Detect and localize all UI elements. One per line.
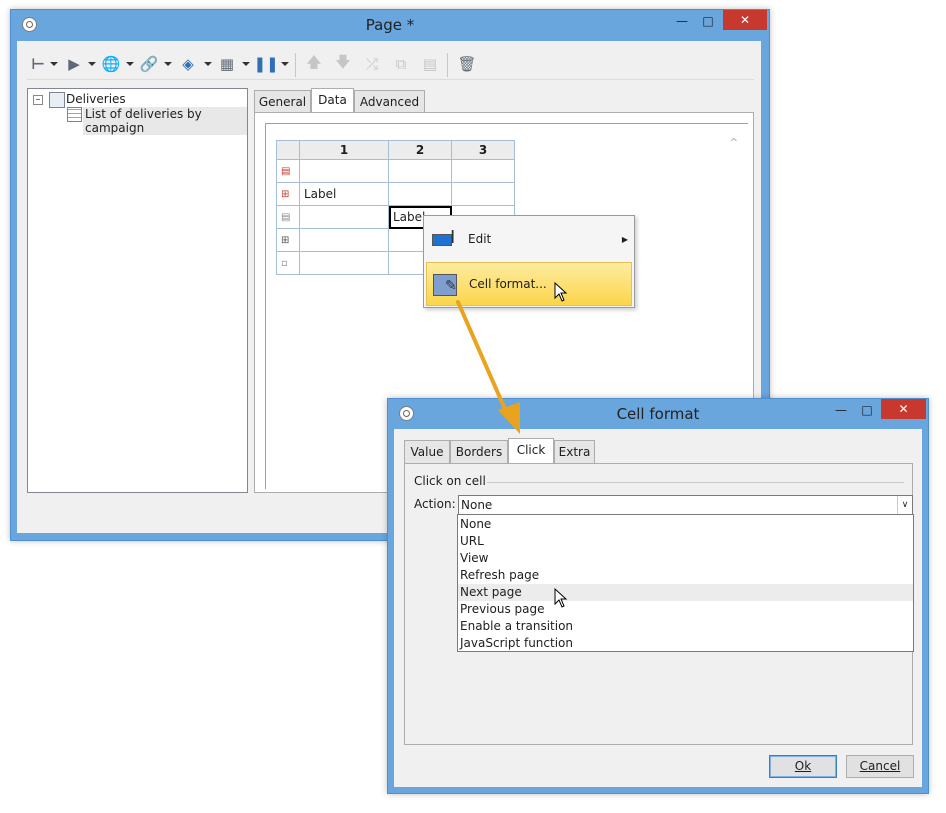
globe-dropdown-arrow[interactable] (126, 62, 134, 66)
tab-general[interactable]: General (254, 90, 311, 113)
tab-data[interactable]: Data (311, 88, 354, 113)
deliveries-folder-icon (49, 92, 65, 108)
menu-item-edit-label: Edit (468, 232, 492, 246)
page-window-title: Page * (365, 16, 415, 34)
toolbar: ⊢ ▶ 🌐 🔗 ◈ ▦ ❚❚ 🡅 🡇 ⤮ ⧉ ▤ 🗑 (27, 51, 754, 80)
grid-column-header[interactable]: 2 (388, 140, 452, 160)
minimize-button[interactable]: — (828, 400, 854, 420)
row-type-icon[interactable]: ▤ (276, 159, 300, 183)
grid-row: ▤ (276, 159, 515, 183)
columns-dropdown-arrow[interactable] (281, 62, 289, 66)
click-on-cell-group-label: Click on cell (414, 474, 486, 488)
cancel-button[interactable]: Cancel (846, 755, 914, 778)
grid-cell[interactable] (388, 182, 452, 206)
grid-cell[interactable] (451, 159, 515, 183)
dropdown-option-hovered[interactable]: Next page (458, 584, 913, 601)
link-icon[interactable]: 🔗 (139, 51, 159, 77)
insert-icon[interactable]: ⊢ (29, 51, 47, 77)
delete-icon[interactable]: 🗑 (457, 51, 477, 77)
grid-corner (276, 140, 300, 160)
table-dropdown-arrow[interactable] (242, 62, 250, 66)
shuffle-icon[interactable]: ⤮ (362, 51, 382, 77)
columns-icon[interactable]: ❚❚ (253, 51, 278, 77)
grid-cell[interactable] (451, 182, 515, 206)
grid-column-header[interactable]: 3 (451, 140, 515, 160)
grid-column-header[interactable]: 1 (299, 140, 389, 160)
maximize-button[interactable]: □ (695, 11, 721, 31)
scroll-up-icon[interactable]: ⌃ (728, 136, 740, 152)
action-label: Action: (414, 497, 456, 511)
row-type-icon[interactable]: ▤ (276, 205, 300, 229)
form-control-icon[interactable]: ▶ (64, 51, 84, 77)
dropdown-option[interactable]: JavaScript function (458, 635, 913, 652)
tab-extra[interactable]: Extra (554, 440, 595, 463)
action-select-value: None (461, 498, 493, 512)
group-divider (487, 482, 904, 483)
cell-format-dialog-body: Value Borders Click Extra Click on cell … (394, 429, 922, 787)
page-tabs: General Data Advanced (254, 88, 554, 113)
grid-cell[interactable] (299, 228, 389, 252)
grid-cell[interactable] (299, 251, 389, 275)
cell-format-tabs: Value Borders Click Extra (404, 438, 704, 463)
row-type-icon[interactable]: ▫ (276, 251, 300, 275)
tree-item-list-of-deliveries[interactable]: List of deliveries by campaign (83, 107, 247, 135)
maximize-button[interactable]: □ (854, 400, 880, 420)
chevron-down-icon[interactable]: ∨ (897, 496, 912, 514)
form-control-dropdown-arrow[interactable] (88, 62, 96, 66)
close-button[interactable]: ✕ (723, 10, 767, 30)
copy-icon[interactable]: ⧉ (391, 51, 411, 77)
dropdown-option[interactable]: Previous page (458, 601, 913, 618)
tree-item-deliveries[interactable]: Deliveries (66, 92, 126, 106)
tab-borders[interactable]: Borders (450, 440, 508, 463)
table-node-icon (67, 107, 82, 122)
row-expand-icon[interactable]: ⊞ (276, 182, 300, 206)
paste-icon[interactable]: ▤ (420, 51, 440, 77)
row-expand-icon[interactable]: ⊞ (276, 228, 300, 252)
link-dropdown-arrow[interactable] (164, 62, 172, 66)
mouse-cursor-icon (554, 282, 568, 302)
grid-cell[interactable] (299, 159, 389, 183)
layers-icon[interactable]: ◈ (178, 51, 198, 77)
dropdown-option[interactable]: Refresh page (458, 567, 913, 584)
dropdown-option[interactable]: View (458, 550, 913, 567)
cell-format-dialog: Cell format — □ ✕ Value Borders Click Ex… (387, 398, 929, 794)
action-select[interactable]: None ∨ (458, 495, 913, 515)
move-up-icon[interactable]: 🡅 (304, 51, 324, 77)
grid-row: ⊞ Label (276, 182, 515, 206)
menu-item-cell-format-label: Cell format... (469, 277, 547, 291)
layers-dropdown-arrow[interactable] (204, 62, 212, 66)
edit-icon: I (432, 228, 460, 248)
collapse-toggle[interactable]: – (33, 95, 43, 105)
cell-format-icon: ✎ (433, 272, 461, 296)
move-down-icon[interactable]: 🡇 (333, 51, 353, 77)
globe-icon[interactable]: 🌐 (101, 51, 121, 77)
toolbar-separator (295, 53, 296, 77)
minimize-button[interactable]: — (669, 11, 695, 31)
dropdown-option[interactable]: URL (458, 533, 913, 550)
dropdown-option[interactable]: Enable a transition (458, 618, 913, 635)
ok-button[interactable]: Ok (769, 755, 837, 778)
grid-cell[interactable] (299, 205, 389, 229)
cancel-button-label: Cancel (859, 759, 901, 773)
close-button[interactable]: ✕ (881, 399, 926, 419)
mouse-cursor-icon (554, 588, 568, 608)
grid-cell[interactable]: Label (299, 182, 389, 206)
action-dropdown-list: None URL View Refresh page Next page Pre… (457, 514, 914, 652)
dropdown-option[interactable]: None (458, 516, 913, 533)
tab-value[interactable]: Value (404, 440, 450, 463)
insert-dropdown-arrow[interactable] (50, 62, 58, 66)
grid-cell[interactable] (388, 159, 452, 183)
annotation-arrow (456, 300, 520, 434)
tab-advanced[interactable]: Advanced (354, 90, 425, 113)
toolbar-separator (447, 53, 448, 77)
ok-button-label: Ok (794, 759, 812, 773)
context-menu: I Edit ▶ ✎ Cell format... (423, 215, 635, 308)
tab-click[interactable]: Click (508, 438, 554, 463)
submenu-arrow-icon: ▶ (621, 234, 628, 244)
menu-item-edit[interactable]: I Edit ▶ (424, 219, 634, 259)
table-icon[interactable]: ▦ (217, 51, 237, 77)
tree-panel: – Deliveries List of deliveries by campa… (27, 88, 248, 493)
